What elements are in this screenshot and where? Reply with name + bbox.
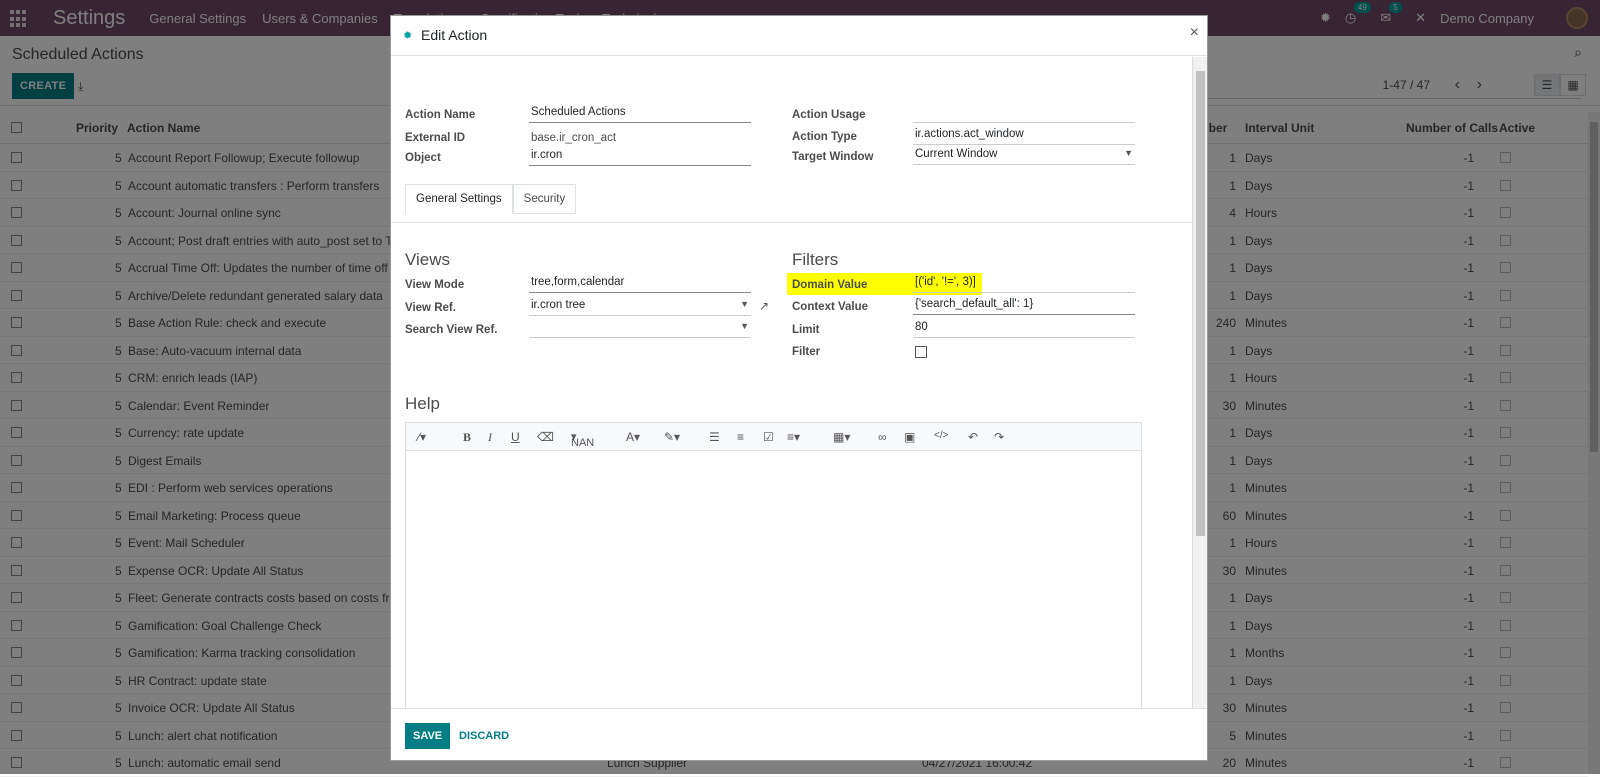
help-heading: Help	[405, 394, 440, 413]
action-name-input[interactable]: Scheduled Actions	[529, 103, 751, 123]
undo-icon[interactable]: ↶	[968, 430, 978, 444]
view-ref-value: ir.cron tree	[531, 299, 586, 311]
target-window-select[interactable]: Current Window ▼	[913, 145, 1135, 165]
external-link-icon[interactable]: ↗	[759, 299, 769, 313]
magic-wand-icon[interactable]: ⁄▾	[418, 430, 426, 444]
image-icon[interactable]: ▣	[904, 430, 915, 444]
domain-value-input[interactable]: [('id', '!=', 3)]	[913, 273, 1135, 293]
bullet-list-icon[interactable]: ☰	[709, 430, 720, 444]
font-color-icon[interactable]: A▾	[626, 430, 640, 444]
domain-value-label: Domain Value	[792, 279, 868, 291]
views-heading: Views	[405, 250, 451, 269]
eraser-icon[interactable]: ⌫	[537, 430, 554, 444]
dialog-body: Action Name Scheduled Actions External I…	[391, 57, 1193, 709]
dialog-header: ✹ Edit Action ×	[391, 16, 1207, 56]
context-value-label: Context Value	[792, 301, 869, 313]
save-button[interactable]: SAVE	[405, 723, 451, 749]
action-name-label: Action Name	[405, 109, 476, 121]
font-size-dropdown[interactable]: NAN ▾	[571, 430, 594, 449]
dialog-title: Edit Action	[421, 27, 488, 43]
view-ref-select[interactable]: ir.cron tree ▼	[529, 296, 751, 316]
action-type-input[interactable]: ir.actions.act_window	[913, 125, 1135, 145]
object-label: Object	[405, 152, 441, 164]
external-id-label: External ID	[405, 132, 466, 144]
editor-toolbar: ⁄▾ B I U ⌫ NAN ▾ A▾ ✎▾ ☰ ≡ ☑ ≡▾ ▦▾ ∞ ▣ <…	[406, 423, 1141, 451]
paint-brush-icon[interactable]: ✎▾	[664, 430, 680, 444]
italic-icon[interactable]: I	[488, 430, 492, 445]
bold-icon[interactable]: B	[463, 430, 471, 445]
checklist-icon[interactable]: ☑	[763, 430, 774, 444]
action-type-label: Action Type	[792, 131, 857, 143]
tab-security[interactable]: Security	[512, 184, 577, 214]
tab-divider	[391, 222, 1193, 223]
limit-label: Limit	[792, 324, 820, 336]
close-icon[interactable]: ×	[1190, 24, 1199, 42]
search-view-ref-select[interactable]: ▼	[529, 318, 751, 338]
debug-bug-icon: ✹	[403, 30, 413, 42]
limit-input[interactable]: 80	[913, 318, 1135, 338]
table-icon[interactable]: ▦▾	[833, 430, 850, 444]
target-window-label: Target Window	[792, 151, 874, 163]
view-mode-input[interactable]: tree,form,calendar	[529, 273, 751, 293]
view-ref-label: View Ref.	[405, 302, 456, 314]
redo-icon[interactable]: ↷	[994, 430, 1004, 444]
chevron-down-icon: ▼	[740, 299, 749, 309]
dialog-scrollbar[interactable]	[1192, 57, 1207, 709]
action-usage-input[interactable]	[913, 103, 1135, 123]
object-input[interactable]: ir.cron	[529, 146, 751, 166]
help-html-editor[interactable]: ⁄▾ B I U ⌫ NAN ▾ A▾ ✎▾ ☰ ≡ ☑ ≡▾ ▦▾ ∞ ▣ <…	[405, 422, 1142, 709]
filter-label: Filter	[792, 346, 821, 358]
edit-action-dialog: ✹ Edit Action × Action Name Scheduled Ac…	[390, 15, 1208, 761]
chevron-down-icon: ▼	[1124, 148, 1133, 158]
font-size-value: NAN	[571, 437, 595, 449]
dialog-footer: SAVE DISCARD	[391, 708, 1207, 760]
code-view-icon[interactable]: </>	[934, 430, 948, 441]
underline-icon[interactable]: U	[511, 430, 520, 444]
dialog-tabs: General Settings Security	[405, 184, 577, 214]
tab-general-settings[interactable]: General Settings	[405, 184, 513, 214]
chevron-down-icon: ▼	[740, 321, 749, 331]
discard-button[interactable]: DISCARD	[459, 730, 509, 742]
external-id-value: base.ir_cron_act	[531, 132, 617, 144]
context-value-input[interactable]: {'search_default_all': 1}	[913, 295, 1135, 315]
filter-checkbox[interactable]	[915, 346, 927, 358]
action-usage-label: Action Usage	[792, 109, 866, 121]
numbered-list-icon[interactable]: ≡	[737, 430, 744, 444]
view-mode-label: View Mode	[405, 279, 465, 291]
search-view-ref-label: Search View Ref.	[405, 324, 498, 336]
domain-value-text: [('id', '!=', 3)]	[915, 276, 976, 288]
align-icon[interactable]: ≡▾	[787, 430, 800, 444]
link-icon[interactable]: ∞	[878, 430, 887, 444]
filters-heading: Filters	[792, 250, 839, 269]
target-window-value: Current Window	[915, 148, 998, 160]
